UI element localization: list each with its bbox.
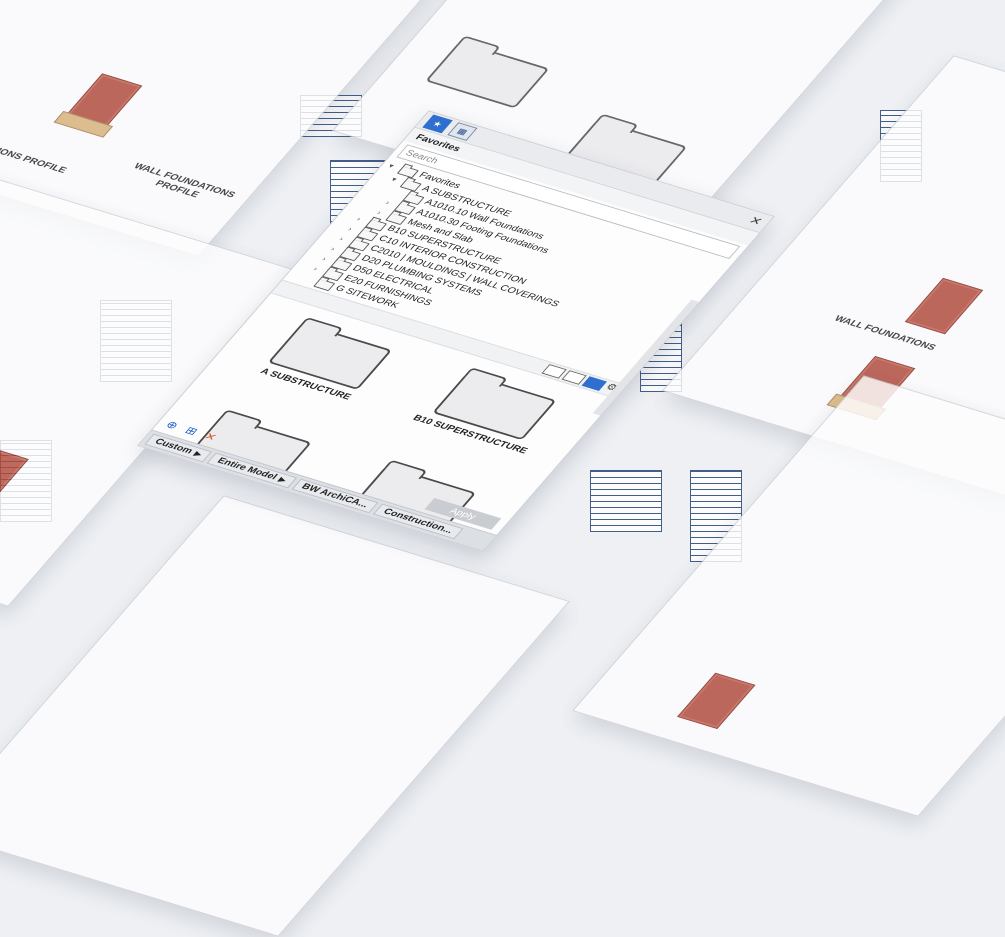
ghost-panel	[0, 495, 570, 937]
add-folder-icon[interactable]: ⊞	[182, 424, 200, 437]
folder-icon	[425, 41, 550, 109]
favorites-tab-icon[interactable]: ★	[422, 114, 453, 134]
ghost-label: WALL FOUNDATIONS PROFILE	[131, 161, 238, 200]
brick-wall-icon	[677, 672, 756, 730]
brick-wall-icon	[904, 277, 984, 335]
folder-icon	[313, 278, 336, 291]
brick-wall-icon	[0, 446, 29, 504]
delete-icon[interactable]: ✕	[201, 430, 219, 443]
ghost-panel	[572, 375, 1005, 817]
library-tab-icon[interactable]: ▦	[447, 122, 478, 141]
search-add-icon[interactable]: ⊕	[163, 419, 181, 432]
cad-drawing	[590, 470, 662, 532]
chevron-right-icon: ▶	[276, 475, 289, 484]
chevron-right-icon: ▶	[192, 449, 204, 459]
close-icon[interactable]: ✕	[745, 214, 766, 229]
chevron-right-icon[interactable]	[305, 279, 313, 281]
status-label: Custom	[152, 437, 195, 456]
ghost-label: WALL FOUNDATIONS PROFILE	[0, 124, 69, 176]
